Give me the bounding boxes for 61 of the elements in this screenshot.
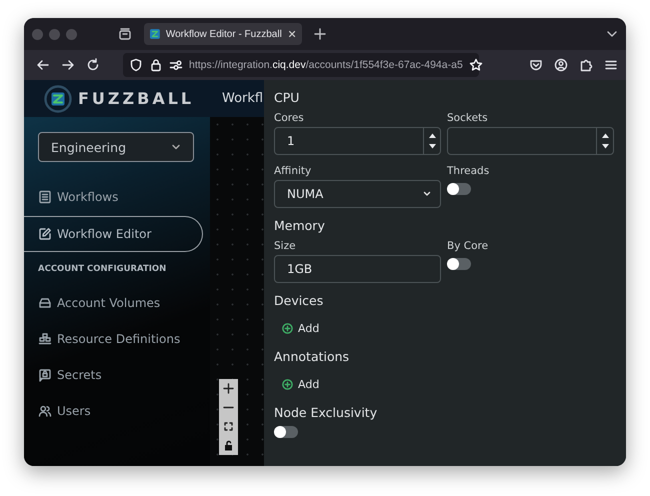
nav-item[interactable]: Resource Definitions [24,322,203,356]
field-label: Sockets [447,110,489,126]
brand-name: FUZZBALL [78,89,194,108]
drive-icon [38,296,52,310]
chevron-down-icon [171,142,181,152]
boxes-icon [38,332,52,346]
nav-item[interactable]: Account Volumes [24,286,203,320]
section-title: CPU [274,88,300,106]
field-label: Cores [274,110,305,126]
users-icon [38,404,52,418]
browser-tab[interactable]: Workflow Editor - Fuzzball [144,23,302,45]
list-icon [38,190,52,204]
reload-icon[interactable] [86,58,100,72]
toggle-switch[interactable] [447,258,471,270]
increment-icon[interactable] [600,132,610,139]
page-title: Workfl [222,91,264,106]
logo-icon [150,28,160,40]
section-title: Memory [274,216,326,235]
field-label: Size [274,238,297,254]
edit-icon [38,227,52,241]
text-field[interactable]: 1GB [274,255,441,283]
add-button[interactable]: Add [274,367,320,401]
tab-list-icon[interactable] [118,27,132,41]
field-label: By Core [447,238,490,254]
number-field[interactable]: 1 [274,127,441,155]
increment-icon[interactable] [428,132,436,139]
toggle-switch[interactable] [274,426,298,438]
pocket-icon[interactable] [529,58,543,72]
account-icon[interactable] [554,58,568,72]
select-field[interactable]: NUMA [274,180,441,208]
close-icon[interactable] [288,29,296,39]
url-text: https://integration.ciq.dev/accounts/1f554f3e-67ac-494a-a5 [189,59,463,71]
lock-card-icon [38,368,52,382]
logo-icon [44,84,72,112]
section-heading: ACCOUNT CONFIGURATION [37,263,168,276]
add-button[interactable]: Add [274,311,320,345]
section-title: Annotations [274,348,350,366]
puzzle-icon[interactable] [579,58,593,72]
forward-icon[interactable] [61,58,75,72]
nav-item[interactable]: Workflow Editor [24,216,203,252]
plus-circle-icon [282,322,293,334]
nav-item[interactable]: Secrets [24,358,203,392]
account-select[interactable]: Engineering [38,132,194,162]
star-icon[interactable] [468,58,483,72]
toggle-switch[interactable] [447,183,471,195]
menu-icon[interactable] [604,58,618,72]
new-tab-icon[interactable] [314,28,326,40]
plus-circle-icon [282,378,293,390]
section-title: Devices [274,292,324,310]
decrement-icon[interactable] [428,143,436,150]
back-icon[interactable] [36,58,50,72]
lock-icon [149,58,163,72]
shield-icon [129,58,143,72]
nav-item[interactable]: Workflows [24,180,203,214]
field-label: Affinity [274,164,312,178]
number-field[interactable] [447,127,614,155]
field-label: Threads [447,164,490,178]
sliders-icon [169,58,183,72]
section-title: Node Exclusivity [274,404,378,422]
decrement-icon[interactable] [600,143,610,150]
nav-item[interactable]: Users [24,394,203,428]
